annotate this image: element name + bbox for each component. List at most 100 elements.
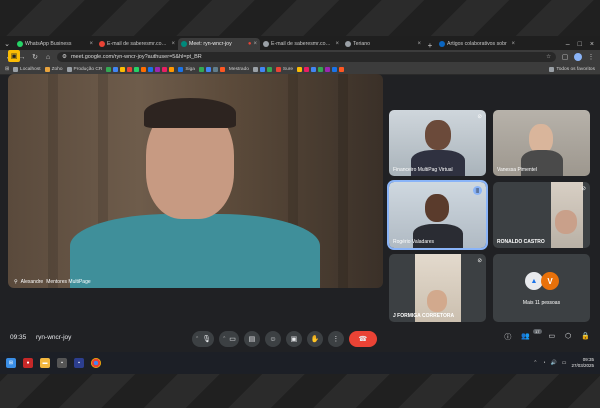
url-text: meet.google.com/ryn-wncr-joy?authuser=5&… (70, 54, 202, 60)
close-icon[interactable]: × (511, 41, 515, 47)
participant-tile-speaking[interactable]: ||| Rogério Valadares (387, 180, 488, 250)
site-icon (339, 66, 345, 72)
bookmark-mestrado[interactable]: Mestrado (229, 67, 249, 72)
site-icon (252, 66, 258, 72)
site-icon (332, 66, 338, 72)
participant-video (425, 194, 449, 222)
site-icon (266, 66, 272, 72)
chrome-icon[interactable] (91, 358, 101, 368)
screen: ⌄ WhatsApp Business × E-mail de saberesm… (0, 0, 600, 408)
extensions-icon[interactable]: ▢ (561, 53, 569, 61)
chat-icon[interactable]: ▭ (549, 332, 556, 342)
participant-tile[interactable]: ⊘ J FORMIGA CORRETORA (389, 254, 486, 322)
captions-button[interactable]: ▤ (243, 331, 260, 347)
info-icon[interactable]: ⓘ (504, 332, 511, 342)
mic-button[interactable]: ⌃ 🎙 (192, 331, 215, 347)
site-icon (178, 66, 184, 72)
app-icon-dark[interactable]: ▪ (57, 358, 67, 368)
new-tab-button[interactable]: + (424, 41, 436, 50)
tab-artigos[interactable]: Artigos colaborativos sobr × (436, 38, 518, 50)
close-icon[interactable]: × (253, 41, 257, 47)
bookmark-sure[interactable]: Sure (275, 66, 293, 72)
participant-tile[interactable]: ⊘ Financeiro MultiPag Virtual (389, 110, 486, 176)
more-options-button[interactable]: ⋮ (327, 331, 344, 347)
chevron-up-icon[interactable]: ⌃ (195, 336, 199, 342)
participant-tile[interactable]: ⊘ RONALDO CASTRO (493, 182, 590, 248)
system-tray: ⌃ ◔ 🔊 ▭ 09:35 27/03/2025 (533, 357, 594, 369)
close-window-icon[interactable]: × (590, 41, 594, 48)
chevron-up-icon[interactable]: ⌃ (533, 360, 537, 366)
bookmark-all[interactable]: Todos os favoritos (549, 66, 595, 72)
minimize-icon[interactable]: – (566, 41, 570, 48)
tab-email-1[interactable]: E-mail de saberesmr.com.br × (96, 38, 178, 50)
tab-search-icon[interactable]: ⌄ (0, 38, 14, 50)
people-icon[interactable]: 👥17 (521, 329, 542, 342)
bookmark-favicons-4[interactable] (297, 66, 345, 72)
main-video-tile[interactable]: ⚲ Alexandre Mentores MultiPage (8, 74, 383, 288)
meet-logo-icon[interactable]: ▣ (8, 50, 20, 62)
mic-off-icon: ⊘ (477, 258, 482, 264)
windows-start-icon[interactable]: ⊞ (6, 358, 16, 368)
apps-icon[interactable]: ⊞ (5, 67, 9, 72)
globe-icon (345, 41, 351, 47)
app-icon-red[interactable]: ● (23, 358, 33, 368)
site-icon (325, 66, 331, 72)
gmail-icon (99, 41, 105, 47)
close-icon[interactable]: × (171, 41, 175, 47)
pin-icon[interactable]: ⚲ (14, 279, 18, 285)
camera-button[interactable]: ⌃ ▭ (219, 331, 239, 347)
battery-icon[interactable]: ▭ (562, 360, 567, 366)
site-icon (259, 66, 265, 72)
menu-icon[interactable]: ⋮ (587, 53, 595, 61)
tab-meet[interactable]: Meet: ryn-wncr-joy ● × (178, 38, 260, 50)
close-icon[interactable]: × (89, 41, 93, 47)
maximize-icon[interactable]: □ (578, 41, 582, 48)
tab-whatsapp[interactable]: WhatsApp Business × (14, 38, 96, 50)
bookmark-favicons-3[interactable] (252, 66, 272, 72)
bookmark-producao[interactable]: Produção CR (66, 66, 102, 72)
end-call-icon: ☎ (358, 336, 368, 343)
address-bar[interactable]: ⚙ meet.google.com/ryn-wncr-joy?authuser=… (57, 52, 556, 62)
site-icon (318, 66, 324, 72)
call-controls: ⌃ 🎙 ⌃ ▭ ▤ ☺ ▣ ✋ ⋮ ☎ (192, 328, 377, 350)
bookmark-zoho[interactable]: Zoho (44, 66, 63, 72)
volume-icon[interactable]: 🔊 (551, 360, 557, 366)
bookmark-localhost[interactable]: Localhost (13, 66, 41, 72)
os-taskbar: ⊞ ● ▬ ▪ ▪ ⌃ ◔ 🔊 ▭ 09:35 27/03/2025 (0, 352, 600, 374)
emoji-button[interactable]: ☺ (264, 331, 281, 347)
chevron-up-icon[interactable]: ⌃ (222, 336, 226, 342)
site-icon (198, 66, 204, 72)
site-icon (169, 66, 175, 72)
network-icon[interactable]: ◔ (542, 360, 545, 366)
whatsapp-icon (17, 41, 23, 47)
bookmark-favicons[interactable] (106, 66, 175, 72)
host-controls-icon[interactable]: 🔒 (581, 332, 590, 342)
tab-email-2[interactable]: E-mail de saberesmr.com.br × (260, 38, 342, 50)
present-button[interactable]: ▣ (285, 331, 302, 347)
home-icon[interactable]: ⌂ (44, 54, 52, 61)
participant-tile[interactable]: Vanessa Pimentel (493, 110, 590, 176)
side-controls: ⓘ 👥17 ▭ ⬡ 🔒 (504, 329, 590, 342)
site-info-icon[interactable]: ⚙ (62, 54, 67, 60)
mic-icon: 🎙 (202, 336, 212, 343)
clock[interactable]: 09:35 27/03/2025 (571, 357, 594, 369)
meeting-code: ryn-wncr-joy (36, 334, 72, 341)
app-icon-blue[interactable]: ▪ (74, 358, 84, 368)
profile-avatar[interactable] (574, 53, 582, 61)
bookmark-favicons-2[interactable] (198, 66, 225, 72)
site-icon (212, 66, 218, 72)
site-icon (148, 66, 154, 72)
file-explorer-icon[interactable]: ▬ (40, 358, 50, 368)
site-icon (304, 66, 310, 72)
reload-icon[interactable]: ↻ (31, 53, 39, 61)
presenter-hair (144, 98, 236, 128)
more-participants-tile[interactable]: ▲ V Mais 11 pessoas (493, 254, 590, 322)
bookmark-star-icon[interactable]: ☆ (546, 54, 551, 60)
activities-icon[interactable]: ⬡ (565, 332, 571, 342)
close-icon[interactable]: × (417, 41, 421, 47)
tab-teriano[interactable]: Teriano × (342, 38, 424, 50)
end-call-button[interactable]: ☎ (348, 331, 377, 347)
bookmark-siga[interactable]: Siga (178, 66, 195, 72)
raise-hand-button[interactable]: ✋ (306, 331, 323, 347)
close-icon[interactable]: × (335, 41, 339, 47)
